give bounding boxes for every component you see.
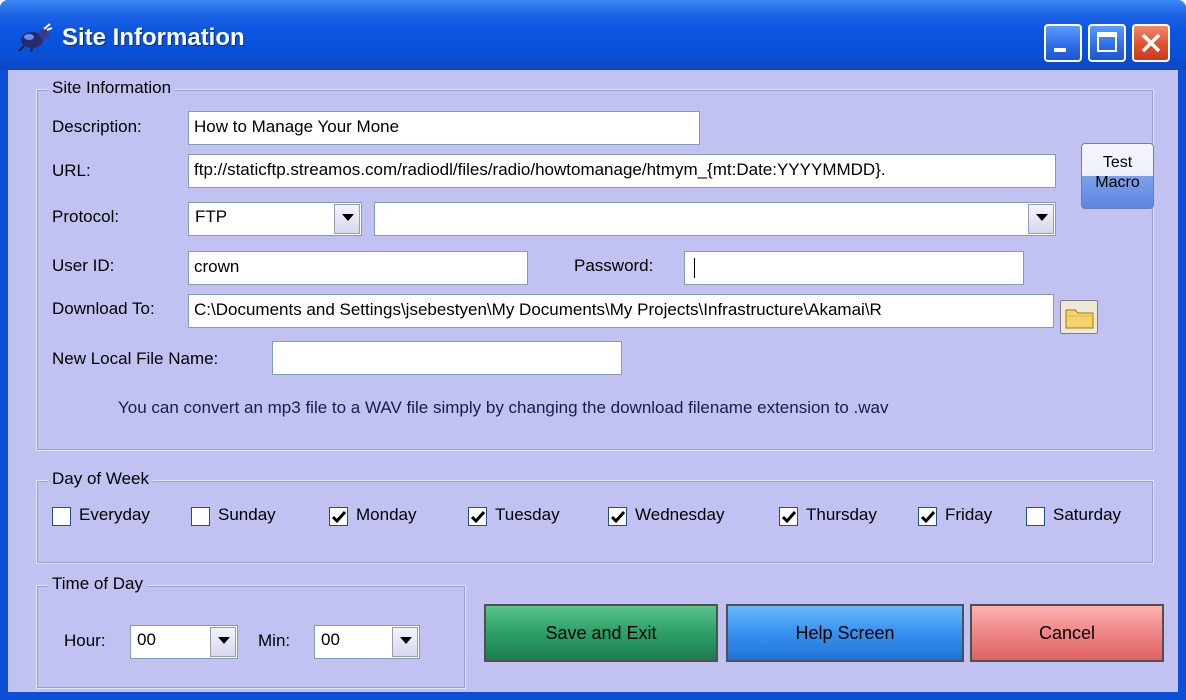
minute-dropdown-button[interactable] xyxy=(392,627,418,657)
thursday-label: Thursday xyxy=(806,505,877,524)
close-button[interactable] xyxy=(1132,24,1170,62)
local-file-name-label: New Local File Name: xyxy=(52,349,219,368)
saturday-box[interactable] xyxy=(1026,507,1045,526)
friday-label: Friday xyxy=(945,505,993,524)
local-file-name-input[interactable] xyxy=(272,341,622,375)
close-icon xyxy=(1141,33,1161,53)
test-macro-label-line2: Macro xyxy=(1095,174,1140,191)
minimize-button[interactable] xyxy=(1044,24,1082,62)
protocol-extra-select[interactable] xyxy=(374,202,1056,236)
friday-box[interactable] xyxy=(918,507,937,526)
wednesday-box[interactable] xyxy=(608,507,627,526)
checkmark-icon xyxy=(471,511,485,524)
protocol-select[interactable]: FTP xyxy=(188,202,362,236)
sunday-box[interactable] xyxy=(191,507,210,526)
hour-select-value: 00 xyxy=(137,630,156,649)
minute-select-value: 00 xyxy=(321,630,340,649)
cancel-button[interactable]: Cancel xyxy=(970,604,1164,662)
dropdown-arrow-icon xyxy=(342,214,354,221)
sunday-label: Sunday xyxy=(218,505,276,524)
test-macro-button[interactable]: Test Macro xyxy=(1081,143,1154,209)
checkmark-icon xyxy=(782,511,796,524)
everyday-box[interactable] xyxy=(52,507,71,526)
wav-conversion-hint: You can convert an mp3 file to a WAV fil… xyxy=(118,398,889,417)
hour-select[interactable]: 00 xyxy=(130,625,238,659)
monday-label: Monday xyxy=(356,505,417,524)
folder-icon xyxy=(1065,309,1094,329)
app-bug-icon xyxy=(18,23,53,52)
download-to-input[interactable]: C:\Documents and Settings\jsebestyen\My … xyxy=(188,294,1054,328)
password-input[interactable] xyxy=(684,251,1024,285)
test-macro-label-line1: Test xyxy=(1102,154,1133,171)
maximize-button[interactable] xyxy=(1088,24,1126,62)
protocol-dropdown-button[interactable] xyxy=(334,204,360,234)
browse-folder-button[interactable] xyxy=(1060,300,1098,334)
checkmark-icon xyxy=(611,511,625,524)
dropdown-arrow-icon xyxy=(218,637,230,644)
password-label: Password: xyxy=(574,256,654,275)
hour-dropdown-button[interactable] xyxy=(210,627,236,657)
thursday-box[interactable] xyxy=(779,507,798,526)
site-information-window: Site Information Site Information Descri… xyxy=(0,0,1186,700)
password-caret xyxy=(694,258,695,278)
dropdown-arrow-icon xyxy=(400,637,412,644)
url-label: URL: xyxy=(52,161,91,180)
dialog-client-area: Site Information Description: How to Man… xyxy=(8,70,1178,692)
wednesday-label: Wednesday xyxy=(635,505,725,524)
tuesday-box[interactable] xyxy=(468,507,487,526)
day-of-week-legend: Day of Week xyxy=(48,469,154,489)
save-and-exit-button[interactable]: Save and Exit xyxy=(484,604,718,662)
userid-label: User ID: xyxy=(52,256,115,275)
download-to-label: Download To: xyxy=(52,299,155,318)
minimize-icon xyxy=(1054,48,1066,52)
checkmark-icon xyxy=(921,511,935,524)
saturday-label: Saturday xyxy=(1053,505,1122,524)
time-of-day-legend: Time of Day xyxy=(48,574,148,594)
tuesday-label: Tuesday xyxy=(495,505,560,524)
window-title: Site Information xyxy=(62,24,245,51)
protocol-select-value: FTP xyxy=(195,207,228,226)
dropdown-arrow-icon xyxy=(1036,214,1048,221)
monday-box[interactable] xyxy=(329,507,348,526)
protocol-label: Protocol: xyxy=(52,207,120,226)
hour-label: Hour: xyxy=(64,631,106,650)
everyday-label: Everyday xyxy=(79,505,150,524)
url-input[interactable]: ftp://staticftp.streamos.com/radiodl/fil… xyxy=(188,154,1056,188)
userid-input[interactable]: crown xyxy=(188,251,528,285)
checkmark-icon xyxy=(332,511,346,524)
description-input[interactable]: How to Manage Your Mone xyxy=(188,111,700,145)
minute-select[interactable]: 00 xyxy=(314,625,420,659)
description-label: Description: xyxy=(52,117,142,136)
min-label: Min: xyxy=(258,631,291,650)
title-bar[interactable]: Site Information xyxy=(0,0,1186,70)
protocol-extra-dropdown-button[interactable] xyxy=(1028,204,1054,234)
help-screen-button[interactable]: Help Screen xyxy=(726,604,964,662)
site-information-legend: Site Information xyxy=(48,78,176,98)
maximize-icon xyxy=(1097,32,1117,52)
